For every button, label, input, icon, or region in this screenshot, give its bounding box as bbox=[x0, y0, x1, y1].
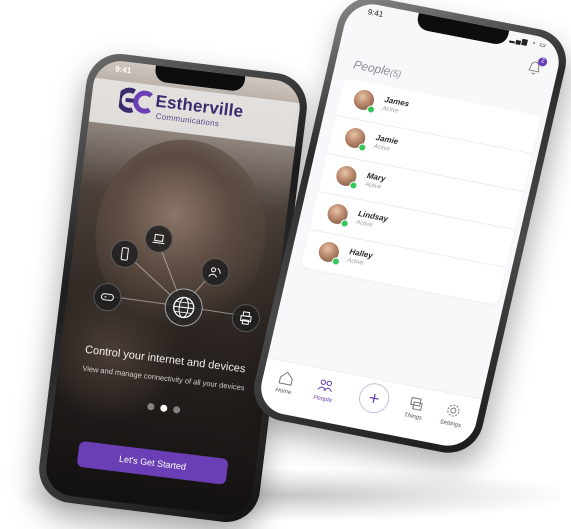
right-phone-screen: 9:41 ▂▄▆ ◔ ▭ 2 People(5) James Active Ja… bbox=[255, 0, 565, 451]
status-time: 9:41 bbox=[366, 7, 385, 20]
right-phone: 9:41 ▂▄▆ ◔ ▭ 2 People(5) James Active Ja… bbox=[247, 0, 571, 459]
person-status: Active bbox=[346, 257, 365, 267]
carousel-dot[interactable] bbox=[172, 405, 181, 414]
carousel-dot-active[interactable] bbox=[159, 404, 168, 413]
active-status-dot bbox=[331, 256, 341, 267]
tab-label: Home bbox=[274, 387, 292, 397]
people-list: James Active Jamie Active Mary Active Li… bbox=[300, 77, 541, 306]
tab-people[interactable]: People bbox=[305, 375, 344, 406]
carousel-dot[interactable] bbox=[146, 402, 155, 411]
active-status-dot bbox=[348, 180, 359, 191]
people-title-label: People bbox=[352, 57, 392, 79]
active-status-dot bbox=[357, 142, 368, 153]
person-status: Active bbox=[364, 181, 382, 191]
page-title: People(5) bbox=[352, 58, 403, 81]
person-status: Active bbox=[355, 219, 373, 229]
person-status: Active bbox=[373, 143, 391, 153]
tab-label: Things bbox=[403, 412, 423, 422]
gear-icon bbox=[447, 404, 460, 417]
things-icon bbox=[410, 396, 423, 411]
tab-settings[interactable]: Settings bbox=[433, 400, 472, 431]
signal-wifi-battery-icon: ▂▄▆ ◔ ▭ bbox=[509, 35, 548, 50]
people-count: (5) bbox=[389, 67, 403, 80]
tab-things[interactable]: Things bbox=[396, 392, 435, 423]
tab-home[interactable]: Home bbox=[266, 367, 305, 398]
tab-label: People bbox=[312, 394, 333, 405]
left-phone: 9:41 Estherville Communications Control … bbox=[35, 50, 311, 526]
add-button[interactable]: + bbox=[356, 380, 393, 416]
home-icon bbox=[278, 371, 293, 386]
plus-icon: + bbox=[366, 387, 382, 409]
active-status-dot bbox=[339, 218, 350, 229]
globe-icon bbox=[162, 286, 205, 329]
person-status: Active bbox=[381, 105, 400, 115]
tab-label: Settings bbox=[438, 419, 462, 430]
active-status-dot bbox=[366, 104, 376, 115]
notification-badge: 2 bbox=[537, 56, 549, 68]
people-icon bbox=[317, 379, 333, 393]
